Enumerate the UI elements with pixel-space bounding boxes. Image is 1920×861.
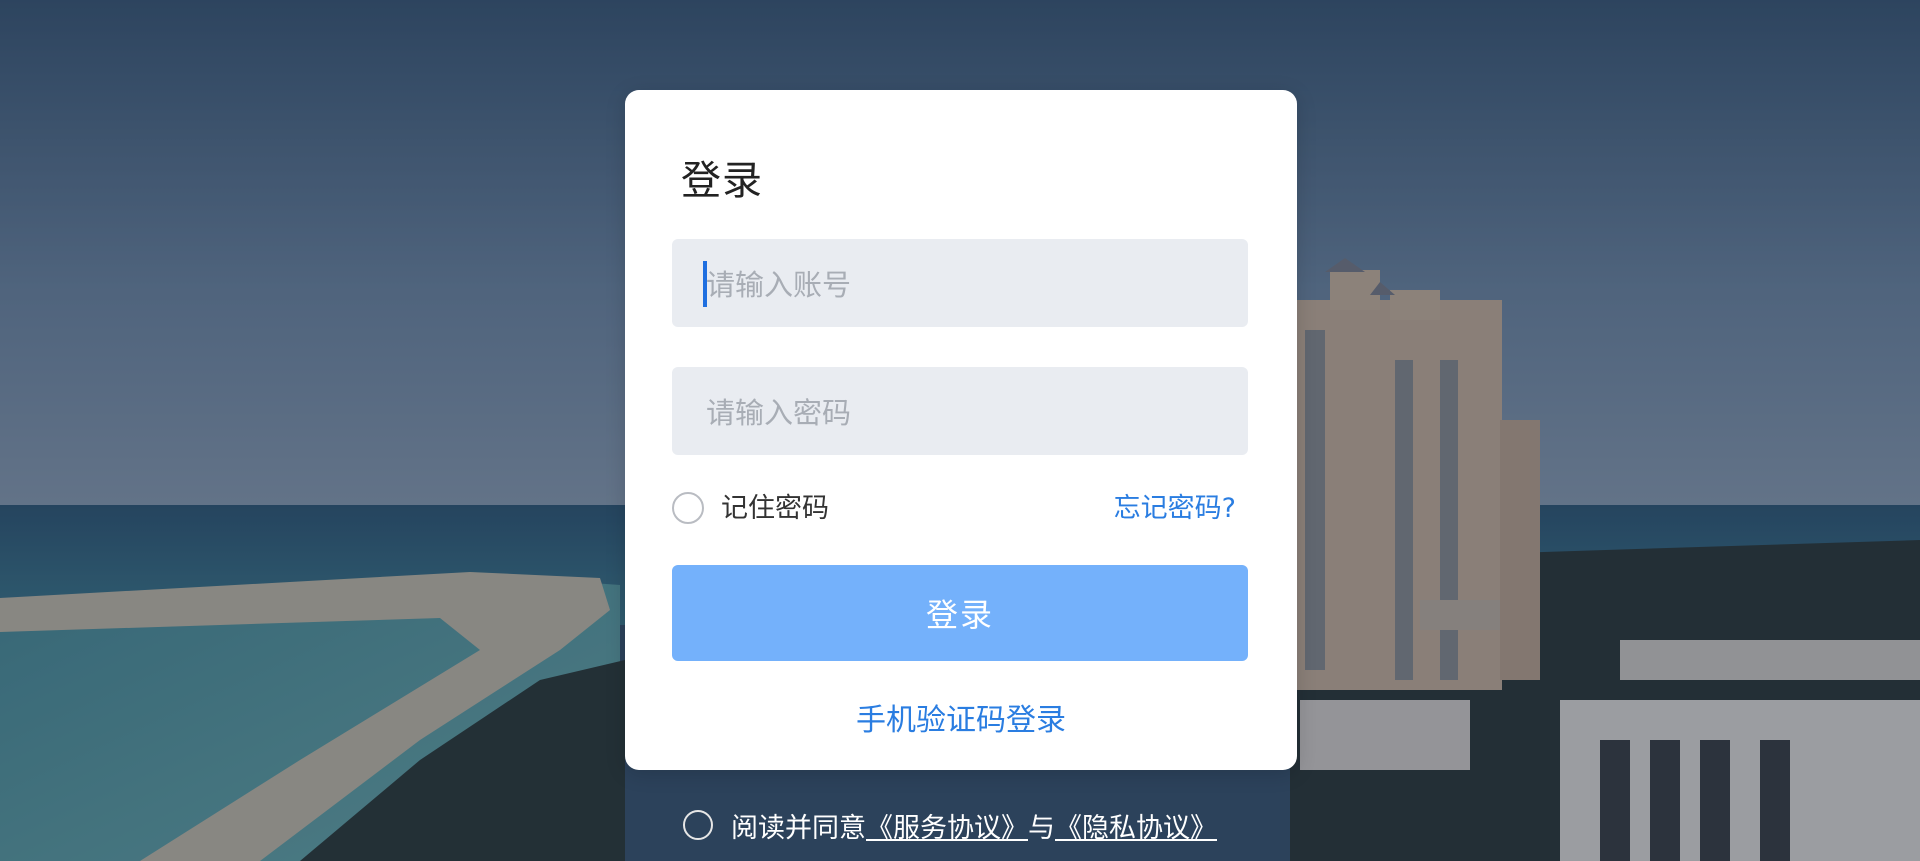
service-agreement-link[interactable]: 《服务协议》 — [866, 806, 1028, 845]
login-card: 登录 请输入账号 请输入密码 记住密码 忘记密码? 登录 手机验证码登录 — [625, 90, 1297, 770]
remember-radio[interactable] — [672, 492, 704, 524]
account-input[interactable]: 请输入账号 — [672, 239, 1248, 327]
sms-login-link[interactable]: 手机验证码登录 — [625, 695, 1297, 739]
password-placeholder: 请输入密码 — [706, 396, 852, 430]
agreement-prefix: 阅读并同意 — [731, 812, 866, 844]
forgot-password-link[interactable]: 忘记密码? — [1114, 490, 1236, 528]
remember-row: 记住密码 忘记密码? — [672, 490, 1248, 530]
privacy-agreement-link[interactable]: 《隐私协议》 — [1055, 806, 1217, 845]
agreement-connector: 与 — [1028, 812, 1055, 844]
account-placeholder: 请输入账号 — [706, 268, 852, 302]
agreement-row: 阅读并同意 《服务协议》 与 《隐私协议》 — [683, 805, 1217, 845]
login-button[interactable]: 登录 — [672, 565, 1248, 661]
remember-label[interactable]: 记住密码 — [721, 490, 829, 528]
login-title: 登录 — [681, 158, 763, 204]
agreement-radio[interactable] — [683, 810, 713, 840]
password-input[interactable]: 请输入密码 — [672, 367, 1248, 455]
text-caret — [703, 261, 707, 307]
